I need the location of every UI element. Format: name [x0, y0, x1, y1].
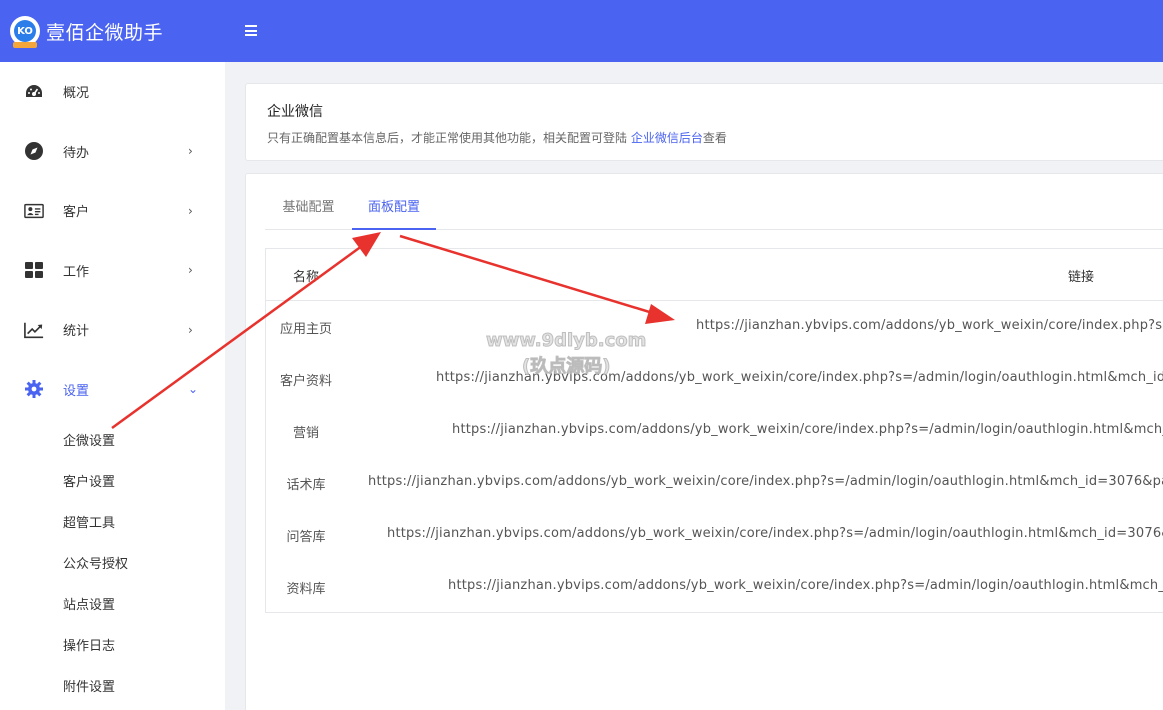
table-row: 营销 https://jianzhan.ybvips.com/addons/yb…	[266, 405, 1163, 457]
row-name: 客户资料	[279, 374, 332, 389]
row-name: 资料库	[286, 582, 326, 597]
app-logo-icon: KO	[10, 16, 40, 48]
table-row: 问答库 https://jianzhan.ybvips.com/addons/y…	[266, 509, 1163, 561]
table-row: 应用主页 https://jianzhan.ybvips.com/addons/…	[266, 301, 1163, 353]
config-card: 基础配置 面板配置 名称 链接 应用主页 https://jianzhan.yb…	[245, 173, 1163, 710]
row-name: 话术库	[286, 478, 326, 493]
top-header	[225, 0, 1163, 62]
chevron-down-icon: ⌄	[188, 382, 199, 397]
table-header: 名称 链接	[266, 249, 1163, 301]
tab-basic-config[interactable]: 基础配置	[265, 188, 352, 230]
trend-chart-icon	[24, 320, 44, 340]
sidebar-item-work[interactable]: 工作 ›	[0, 241, 225, 301]
submenu-item-official-account-auth[interactable]: 公众号授权	[0, 542, 225, 583]
dashboard-icon	[24, 82, 44, 102]
submenu-item-operation-log[interactable]: 操作日志	[0, 624, 225, 665]
table-row: 话术库 https://jianzhan.ybvips.com/addons/y…	[266, 457, 1163, 509]
gear-icon	[24, 379, 44, 399]
row-url[interactable]: https://jianzhan.ybvips.com/addons/yb_wo…	[448, 578, 1163, 593]
sidebar-item-stats[interactable]: 统计 ›	[0, 300, 225, 360]
info-card: 企业微信 只有正确配置基本信息后，才能正常使用其他功能，相关配置可登陆 企业微信…	[245, 83, 1163, 161]
sidebar-item-label: 统计	[63, 324, 90, 340]
chevron-right-icon: ›	[188, 322, 193, 337]
wecom-admin-link[interactable]: 企业微信后台	[631, 131, 703, 145]
sidebar-menu: 概况 待办 › 客户 › 工作 › 统计 › 设置 ⌄	[0, 62, 225, 419]
column-header-link: 链接	[1068, 270, 1095, 285]
row-url[interactable]: https://jianzhan.ybvips.com/addons/yb_wo…	[387, 526, 1163, 541]
sidebar-item-label: 客户	[63, 205, 90, 221]
row-url[interactable]: https://jianzhan.ybvips.com/addons/yb_wo…	[696, 318, 1163, 333]
app-title: 壹佰企微助手	[46, 21, 164, 44]
config-tabs: 基础配置 面板配置	[265, 188, 1163, 230]
panel-links-table: 名称 链接 应用主页 https://jianzhan.ybvips.com/a…	[265, 248, 1163, 613]
table-row: 资料库 https://jianzhan.ybvips.com/addons/y…	[266, 561, 1163, 612]
column-header-name: 名称	[293, 270, 320, 285]
chevron-right-icon: ›	[188, 144, 193, 159]
sidebar-item-settings[interactable]: 设置 ⌄	[0, 360, 225, 420]
sidebar-item-label: 设置	[63, 383, 90, 399]
logo-text: KO	[14, 20, 36, 42]
submenu-item-admin-tools[interactable]: 超管工具	[0, 501, 225, 542]
app-logo-bar[interactable]: KO 壹佰企微助手	[0, 0, 225, 62]
sidebar-item-label: 概况	[63, 86, 90, 102]
submenu-item-site-settings[interactable]: 站点设置	[0, 583, 225, 624]
submenu-item-attachment-settings[interactable]: 附件设置	[0, 665, 225, 706]
row-url[interactable]: https://jianzhan.ybvips.com/addons/yb_wo…	[436, 370, 1163, 385]
row-name: 问答库	[286, 530, 326, 545]
contact-card-icon	[24, 201, 44, 221]
sidebar-item-overview[interactable]: 概况	[0, 62, 225, 122]
grid-icon	[24, 260, 44, 280]
sidebar-item-label: 待办	[63, 145, 90, 161]
chevron-right-icon: ›	[188, 203, 193, 218]
info-card-title: 企业微信	[267, 104, 323, 120]
hamburger-icon[interactable]	[245, 25, 257, 36]
info-card-desc-text: 只有正确配置基本信息后，才能正常使用其他功能，相关配置可登陆	[267, 131, 631, 145]
settings-submenu: 企微设置 客户设置 超管工具 公众号授权 站点设置 操作日志 附件设置	[0, 419, 225, 706]
submenu-item-wecom-settings[interactable]: 企微设置	[0, 419, 225, 460]
table-row: 客户资料 https://jianzhan.ybvips.com/addons/…	[266, 353, 1163, 405]
row-name: 应用主页	[279, 322, 332, 337]
sidebar-item-todo[interactable]: 待办 ›	[0, 122, 225, 182]
compass-icon	[24, 141, 44, 161]
submenu-item-customer-settings[interactable]: 客户设置	[0, 460, 225, 501]
sidebar-item-label: 工作	[63, 264, 90, 280]
info-card-desc-suffix: 查看	[702, 131, 727, 145]
sidebar-item-customer[interactable]: 客户 ›	[0, 181, 225, 241]
row-name: 营销	[292, 426, 319, 441]
chevron-right-icon: ›	[188, 263, 193, 278]
row-url[interactable]: https://jianzhan.ybvips.com/addons/yb_wo…	[452, 422, 1163, 437]
row-url[interactable]: https://jianzhan.ybvips.com/addons/yb_wo…	[368, 474, 1163, 489]
tab-panel-config[interactable]: 面板配置	[352, 188, 436, 230]
sidebar: KO 壹佰企微助手 概况 待办 › 客户 › 工作 › 统计 › 设置 ⌄ 企微…	[0, 0, 225, 710]
info-card-description: 只有正确配置基本信息后，才能正常使用其他功能，相关配置可登陆 企业微信后台查看	[267, 129, 727, 146]
